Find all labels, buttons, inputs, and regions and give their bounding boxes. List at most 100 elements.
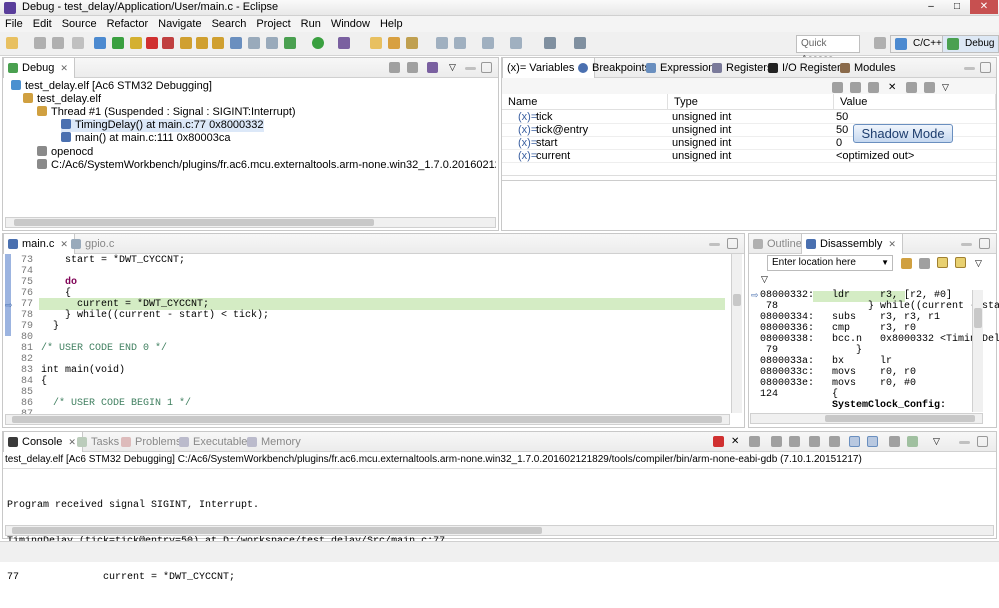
- menu-edit[interactable]: Edit: [28, 16, 57, 32]
- menu-refactor[interactable]: Refactor: [102, 16, 154, 32]
- tree-frame-main[interactable]: main() at main.c:111 0x80003ca: [61, 132, 231, 145]
- show-symbols-icon[interactable]: [955, 257, 966, 268]
- remove-all-icon[interactable]: [906, 82, 917, 93]
- column-value[interactable]: Value: [834, 94, 996, 110]
- tab-modules[interactable]: Modules: [836, 58, 902, 78]
- maximize-view-icon[interactable]: [980, 62, 991, 73]
- save-icon[interactable]: [34, 37, 46, 49]
- pin-console-icon[interactable]: [849, 436, 860, 447]
- step-over-icon[interactable]: [196, 37, 208, 49]
- variable-row[interactable]: (x)= tick unsigned int 50: [502, 111, 996, 124]
- scroll-lock-icon[interactable]: [789, 436, 800, 447]
- close-icon[interactable]: ✕: [60, 63, 68, 73]
- link-icon[interactable]: [901, 258, 912, 269]
- layout-icon[interactable]: [868, 82, 879, 93]
- external-tools-icon[interactable]: [338, 37, 350, 49]
- tree-launch[interactable]: test_delay.elf [Ac6 STM32 Debugging]: [11, 80, 212, 93]
- disassembly-line[interactable]: 79 }: [760, 345, 862, 356]
- tree-gdb[interactable]: C:/Ac6/SystemWorkbench/plugins/fr.ac6.mc…: [37, 159, 496, 172]
- remove-all-icon[interactable]: [749, 436, 760, 447]
- vertical-scrollbar[interactable]: [972, 290, 983, 412]
- menu-help[interactable]: Help: [375, 16, 408, 32]
- disassembly-line[interactable]: 0800033e: movs r0, #0: [760, 378, 916, 389]
- perspective-debug[interactable]: Debug: [942, 35, 999, 53]
- connect-process-icon[interactable]: [427, 62, 438, 73]
- annotation-icon[interactable]: [454, 37, 466, 49]
- vertical-scrollbar[interactable]: [731, 254, 742, 413]
- restart-icon[interactable]: [248, 37, 260, 49]
- collapse-icon[interactable]: ▽: [761, 274, 768, 285]
- close-icon[interactable]: ✕: [888, 239, 896, 249]
- menu-navigate[interactable]: Navigate: [153, 16, 206, 32]
- menu-source[interactable]: Source: [57, 16, 102, 32]
- quick-access-input[interactable]: Quick Access: [796, 35, 860, 65]
- refresh-icon[interactable]: [919, 258, 930, 269]
- remove-launch-icon[interactable]: ✕: [731, 436, 742, 447]
- remove-terminated-icon[interactable]: [389, 62, 400, 73]
- code-line[interactable]: } while((current - start) < tick);: [41, 310, 269, 321]
- maximize-view-icon[interactable]: [727, 238, 738, 249]
- remove-icon[interactable]: ✕: [888, 82, 899, 93]
- terminate-icon[interactable]: [146, 37, 158, 49]
- back-icon[interactable]: [544, 37, 556, 49]
- disassembly-line[interactable]: SystemClock_Config:: [760, 400, 946, 411]
- location-input[interactable]: Enter location here ▼: [767, 255, 893, 271]
- disassembly-line[interactable]: 0800033c: movs r0, r0: [760, 367, 916, 378]
- open-perspective-icon[interactable]: [874, 37, 886, 49]
- close-button[interactable]: ✕: [970, 0, 998, 14]
- maximize-view-icon[interactable]: [977, 436, 988, 447]
- run-icon[interactable]: [312, 37, 324, 49]
- view-menu-icon[interactable]: ▽: [975, 258, 986, 269]
- code-line[interactable]: /* USER CODE END 0 */: [41, 343, 167, 354]
- suspend-icon[interactable]: [130, 37, 142, 49]
- disassembly-line[interactable]: 124 {: [760, 389, 838, 400]
- minimize-view-icon[interactable]: [709, 243, 720, 246]
- disconnect-icon[interactable]: [162, 37, 174, 49]
- show-source-icon[interactable]: [937, 257, 948, 268]
- collapse-all-icon[interactable]: [407, 62, 418, 73]
- code-line[interactable]: do: [41, 277, 77, 288]
- prev-annotation-icon[interactable]: [510, 37, 522, 49]
- tab-main-c[interactable]: main.c ✕: [3, 234, 75, 254]
- tree-target[interactable]: test_delay.elf: [23, 93, 101, 106]
- menu-run[interactable]: Run: [296, 16, 326, 32]
- collapse-icon[interactable]: [924, 82, 935, 93]
- tree-thread[interactable]: Thread #1 (Suspended : Signal : SIGINT:I…: [37, 106, 296, 119]
- step-return-icon[interactable]: [212, 37, 224, 49]
- tab-console[interactable]: Console ✕: [3, 432, 83, 452]
- code-line[interactable]: /* USER CODE BEGIN 1 */: [41, 398, 191, 409]
- open-console-icon[interactable]: [889, 436, 900, 447]
- code-line[interactable]: start = *DWT_CYCCNT;: [41, 255, 185, 266]
- tree-openocd[interactable]: openocd: [37, 146, 93, 159]
- disassembly-line[interactable]: 78 } while((current - start: [760, 301, 999, 312]
- horizontal-scrollbar[interactable]: [750, 413, 983, 424]
- code-line[interactable]: int main(void): [41, 365, 125, 376]
- code-line[interactable]: {: [41, 288, 71, 299]
- word-wrap-icon[interactable]: [809, 436, 820, 447]
- debug-icon[interactable]: [284, 37, 296, 49]
- tab-outline[interactable]: Outline: [749, 234, 808, 254]
- minimize-view-icon[interactable]: [959, 441, 970, 444]
- shadow-mode-button[interactable]: Shadow Mode: [853, 124, 953, 143]
- show-on-output-icon[interactable]: [829, 436, 840, 447]
- terminate-icon[interactable]: [713, 436, 724, 447]
- menu-window[interactable]: Window: [326, 16, 375, 32]
- tree-frame-timingdelay[interactable]: TimingDelay() at main.c:77 0x8000332: [61, 119, 264, 132]
- save-all-icon[interactable]: [52, 37, 64, 49]
- open-type-icon[interactable]: [388, 37, 400, 49]
- menu-project[interactable]: Project: [251, 16, 295, 32]
- column-type[interactable]: Type: [668, 94, 834, 110]
- search-icon[interactable]: [406, 37, 418, 49]
- resume-icon[interactable]: [112, 37, 124, 49]
- tab-gpio-c[interactable]: gpio.c: [67, 234, 120, 254]
- print-icon[interactable]: [72, 37, 84, 49]
- tab-memory[interactable]: Memory: [243, 432, 307, 452]
- column-name[interactable]: Name: [502, 94, 668, 110]
- clear-console-icon[interactable]: [771, 436, 782, 447]
- new-console-icon[interactable]: [907, 436, 918, 447]
- instruction-stepping-icon[interactable]: [230, 37, 242, 49]
- horizontal-scrollbar[interactable]: [5, 414, 730, 425]
- minimize-view-icon[interactable]: [964, 67, 975, 70]
- open-folder-icon[interactable]: [370, 37, 382, 49]
- view-menu-icon[interactable]: ▽: [942, 82, 953, 93]
